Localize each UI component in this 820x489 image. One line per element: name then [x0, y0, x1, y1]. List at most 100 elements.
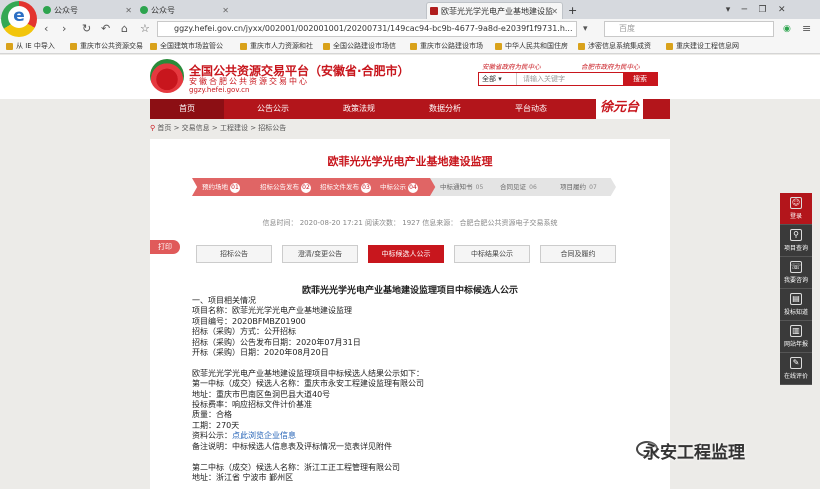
print-button[interactable]: 打印: [150, 240, 180, 254]
site-emblem-icon[interactable]: [150, 59, 184, 93]
address-text: ggzy.hefei.gov.cn/jyxx/002001/002001001/…: [174, 24, 573, 33]
site-domain: ggzy.hefei.gov.cn: [189, 86, 250, 94]
nav-announcements[interactable]: 公告公示: [236, 99, 310, 119]
extension-icon[interactable]: ◉: [783, 21, 791, 37]
window-controls[interactable]: ▾ ─ ❐ ✕: [720, 2, 820, 19]
reload-icon[interactable]: ↻: [82, 21, 91, 37]
sidebar-annual-report[interactable]: ▥ 网站年报: [780, 321, 812, 353]
company-info-link[interactable]: 点此浏览企业信息: [232, 431, 296, 440]
step-item[interactable]: 中标公示 04: [370, 178, 436, 196]
right-sidebar: ☺ 登录 ⚲ 项目查询 ☏ 我要咨询 ▤ 投标知道 ▥ 网站年报 ✎ 在线评价: [780, 193, 812, 385]
step-item[interactable]: 预约场地 01: [192, 178, 256, 196]
bookmark-item[interactable]: 中华人民共和国住房: [495, 40, 568, 53]
search-placeholder: 百度: [619, 24, 635, 33]
sidebar-consult[interactable]: ☏ 我要咨询: [780, 257, 812, 289]
folder-icon: [6, 43, 13, 50]
menu-icon[interactable]: ≡: [802, 21, 811, 37]
slogan-link[interactable]: 合肥市政府为民中心: [581, 61, 640, 71]
bookmarks-bar: 从 IE 中导入 重庆市公共资源交易 全国建筑市场监管公 重庆市人力资源和社 全…: [0, 39, 820, 54]
tab-tender-notice[interactable]: 招标公告: [196, 245, 272, 263]
tab-favicon-icon: [43, 6, 51, 14]
bookmark-icon: [150, 43, 157, 50]
tab-candidates[interactable]: 中标候选人公示: [368, 245, 444, 263]
main-nav: 首页 公告公示 政策法规 数据分析 平台动态: [150, 99, 670, 119]
new-tab-button[interactable]: +: [566, 2, 580, 19]
bookmark-icon: [495, 43, 502, 50]
star-icon[interactable]: ☆: [140, 21, 150, 37]
tab-results[interactable]: 中标结果公示: [454, 245, 530, 263]
brandmark-logo: 徐元台: [596, 97, 644, 119]
body-line: 工期：270天: [192, 420, 240, 430]
nav-policies[interactable]: 政策法规: [322, 99, 396, 119]
step-item[interactable]: 合同见证 06: [490, 178, 556, 196]
article-subtabs: 招标公告 澄清/变更公告 中标候选人公示 中标结果公示 合同及履约: [196, 245, 626, 263]
body-line: [192, 452, 642, 462]
body-line: 质量：合格: [192, 410, 232, 420]
bookmark-icon: [240, 43, 247, 50]
undo-icon[interactable]: ↶: [101, 21, 110, 37]
bookmark-item[interactable]: 重庆市公路建设市场: [410, 40, 483, 53]
progress-steps: 预约场地 01 招标公告发布 02 招标文件发布 03 中标公示 04 中标通知书 05 …: [192, 178, 622, 196]
user-icon: ☺: [790, 197, 802, 209]
tab-label: 公众号: [54, 6, 78, 15]
bookmark-icon: [578, 43, 585, 50]
bookmark-icon: [410, 43, 417, 50]
browser-tab[interactable]: 公众号 ✕: [40, 2, 136, 19]
article-title: 欧菲光光学光电产业基地建设监理: [327, 155, 493, 168]
tab-favicon-icon: [430, 7, 438, 15]
slogan-link[interactable]: 安徽省政府为民中心: [482, 61, 541, 71]
address-bar[interactable]: ggzy.hefei.gov.cn/jyxx/002001/002001001/…: [157, 21, 577, 37]
body-line: 第二中标（成交）候选人名称：浙江工正工程管理有限公司: [192, 462, 400, 472]
sidebar-project-query[interactable]: ⚲ 项目查询: [780, 225, 812, 257]
site-search: 全部 ▾ 请输入关键字 搜索: [478, 72, 658, 86]
body-line: 地址：浙江省 宁波市 鄞州区: [192, 472, 294, 482]
step-item[interactable]: 项目履约 07: [550, 178, 616, 196]
document-title: 欧菲光光学光电产业基地建设监理项目中标候选人公示: [301, 286, 518, 296]
site-search-input[interactable]: 请输入关键字: [519, 73, 619, 85]
body-line: 开标（采购）日期：2020年08月20日: [192, 348, 329, 358]
close-tab-icon[interactable]: ✕: [551, 3, 558, 19]
step-item[interactable]: 中标通知书 05: [430, 178, 496, 196]
tab-favicon-icon: [140, 6, 148, 14]
browser-tab-active[interactable]: 欧菲光光学光电产业基地建设监 ✕: [426, 2, 563, 19]
body-line: [192, 358, 642, 368]
search-icon: ⚲: [790, 229, 802, 241]
nav-data-analysis[interactable]: 数据分析: [408, 99, 482, 119]
home-icon[interactable]: ⌂: [121, 21, 128, 37]
sidebar-bid-guide[interactable]: ▤ 投标知道: [780, 289, 812, 321]
bookmark-item[interactable]: 涉密信息系统集成资: [578, 40, 651, 53]
body-line: 招标（采购）方式：公开招标: [192, 327, 296, 337]
body-line: 项目名称：欧菲光光学光电产业基地建设监理: [192, 306, 352, 316]
bookmark-item[interactable]: 重庆市人力资源和社: [240, 40, 313, 53]
body-line: 资料公示：点此浏览企业信息: [192, 431, 296, 441]
site-search-button[interactable]: 搜索: [623, 73, 657, 85]
sidebar-login[interactable]: ☺ 登录: [780, 193, 812, 225]
tab-clarification[interactable]: 澄清/变更公告: [282, 245, 358, 263]
close-tab-icon[interactable]: ✕: [125, 2, 132, 19]
body-line: 地址：重庆市巴南区鱼洞巴县大道40号: [192, 389, 331, 399]
step-item[interactable]: 招标公告发布 02: [250, 178, 316, 196]
bookmark-item[interactable]: 全国建筑市场监管公: [150, 40, 223, 53]
bookmark-item[interactable]: 重庆市公共资源交易: [70, 40, 143, 53]
bookmark-icon: [666, 43, 673, 50]
forward-icon[interactable]: ›: [62, 21, 66, 37]
step-item[interactable]: 招标文件发布 03: [310, 178, 376, 196]
bookmark-item[interactable]: 全国公路建设市场信: [323, 40, 396, 53]
close-tab-icon[interactable]: ✕: [222, 2, 229, 19]
address-dropdown-icon[interactable]: ▾: [583, 21, 588, 37]
document-body: 一、项目相关情况 项目名称：欧菲光光学光电产业基地建设监理 项目编号：2020B…: [192, 296, 642, 483]
nav-home[interactable]: 首页: [150, 99, 224, 119]
sidebar-evaluation[interactable]: ✎ 在线评价: [780, 353, 812, 385]
browser-tab[interactable]: 公众号 ✕: [137, 2, 233, 19]
browser-search-box[interactable]: 百度: [604, 21, 774, 37]
back-icon[interactable]: ‹: [44, 21, 48, 37]
breadcrumb: ⚲ 首页 > 交易信息 > 工程建设 > 招标公告: [150, 124, 287, 132]
browser-logo-icon[interactable]: [1, 1, 37, 37]
article-meta: 信息时间： 2020-08-20 17:21 阅读次数： 1927 信息来源： …: [262, 219, 558, 227]
search-scope-select[interactable]: 全部 ▾: [479, 73, 517, 85]
nav-platform-news[interactable]: 平台动态: [494, 99, 568, 119]
tab-contract[interactable]: 合同及履约: [540, 245, 616, 263]
bookmark-item[interactable]: 重庆建设工程信息网: [666, 40, 739, 53]
bookmark-item[interactable]: 从 IE 中导入: [6, 40, 55, 53]
tab-label: 公众号: [151, 6, 175, 15]
